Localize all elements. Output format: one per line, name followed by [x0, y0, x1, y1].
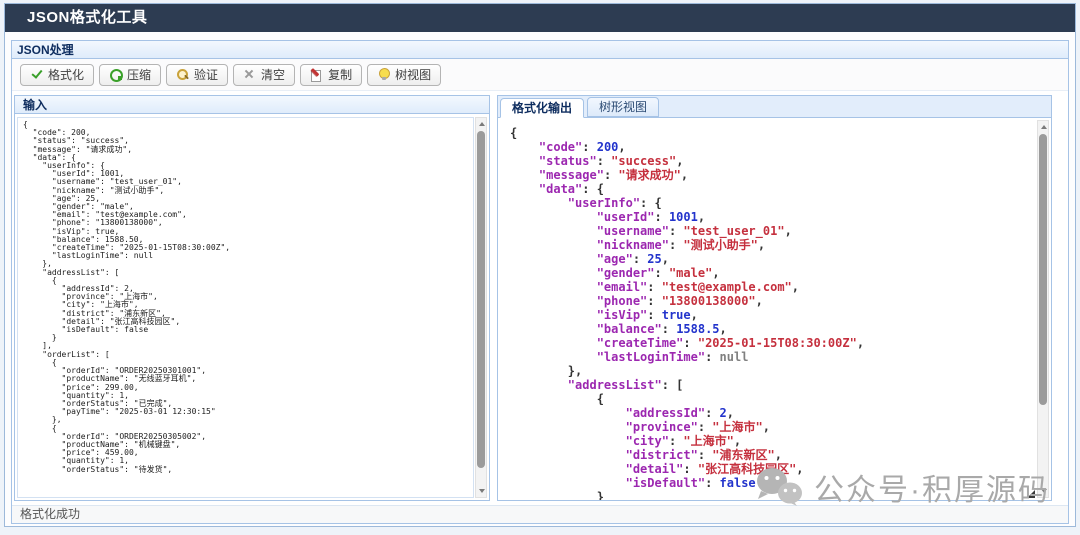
panel-title: JSON处理: [17, 43, 74, 57]
scroll-down-icon[interactable]: [479, 489, 485, 493]
statusbar: 格式化成功: [12, 505, 1068, 523]
clear-button-label: 清空: [261, 66, 285, 83]
tree-view-button-label: 树视图: [395, 66, 431, 83]
input-panel-title: 输入: [23, 98, 47, 112]
validate-button-label: 验证: [194, 66, 218, 83]
copy-button-label: 复制: [328, 66, 352, 83]
page-title: JSON格式化工具: [27, 9, 147, 26]
json-input-textarea[interactable]: { "code": 200, "status": "success", "mes…: [17, 117, 474, 498]
input-panel-header: 输入: [15, 96, 489, 114]
tab-tree-view-label: 树形视图: [599, 100, 647, 114]
formatted-output-code: { "code": 200, "status": "success", "mes…: [498, 118, 1036, 500]
compress-button-label: 压缩: [127, 66, 151, 83]
magnifier-icon: [176, 68, 189, 81]
output-body: { "code": 200, "status": "success", "mes…: [497, 117, 1052, 501]
validate-button[interactable]: 验证: [166, 64, 228, 86]
output-panel: 格式化输出 树形视图 { "code": 200, "status": "suc…: [497, 95, 1052, 501]
input-panel: 输入 { "code": 200, "status": "success", "…: [14, 95, 490, 501]
scroll-down-icon[interactable]: [1041, 489, 1047, 493]
tree-view-button[interactable]: 树视图: [367, 64, 441, 86]
copy-button[interactable]: 复制: [300, 64, 362, 86]
format-button[interactable]: 格式化: [20, 64, 94, 86]
output-tab-strip: 格式化输出 树形视图: [497, 95, 1052, 117]
output-scrollbar-thumb[interactable]: [1039, 134, 1047, 405]
format-button-label: 格式化: [48, 66, 84, 83]
check-icon: [30, 68, 43, 81]
toolbar: 格式化 压缩 验证 清空 复制 树视图: [12, 59, 1068, 91]
app-frame: JSON格式化工具 JSON处理 格式化 压缩 验证 清空: [4, 3, 1076, 527]
json-process-panel: JSON处理 格式化 压缩 验证 清空 复制: [11, 40, 1069, 524]
clear-x-icon: [243, 68, 256, 81]
tab-formatted-output-label: 格式化输出: [512, 101, 572, 115]
compress-button[interactable]: 压缩: [99, 64, 161, 86]
input-scrollbar[interactable]: [475, 117, 487, 498]
compress-icon: [109, 68, 122, 81]
input-body: { "code": 200, "status": "success", "mes…: [15, 115, 489, 500]
lightbulb-icon: [377, 68, 390, 81]
app-titlebar: JSON格式化工具: [5, 4, 1075, 32]
output-scrollbar[interactable]: [1037, 120, 1049, 498]
resize-grip[interactable]: [1027, 490, 1035, 498]
scroll-up-icon[interactable]: [1041, 125, 1047, 129]
status-message: 格式化成功: [20, 507, 80, 521]
clear-button[interactable]: 清空: [233, 64, 295, 86]
tab-formatted-output[interactable]: 格式化输出: [500, 98, 584, 118]
tab-tree-view[interactable]: 树形视图: [587, 97, 659, 117]
copy-paste-icon: [310, 68, 323, 81]
work-area: 输入 { "code": 200, "status": "success", "…: [12, 92, 1068, 504]
scroll-up-icon[interactable]: [479, 122, 485, 126]
json-process-panel-header: JSON处理: [12, 41, 1068, 59]
input-scrollbar-thumb[interactable]: [477, 131, 485, 468]
